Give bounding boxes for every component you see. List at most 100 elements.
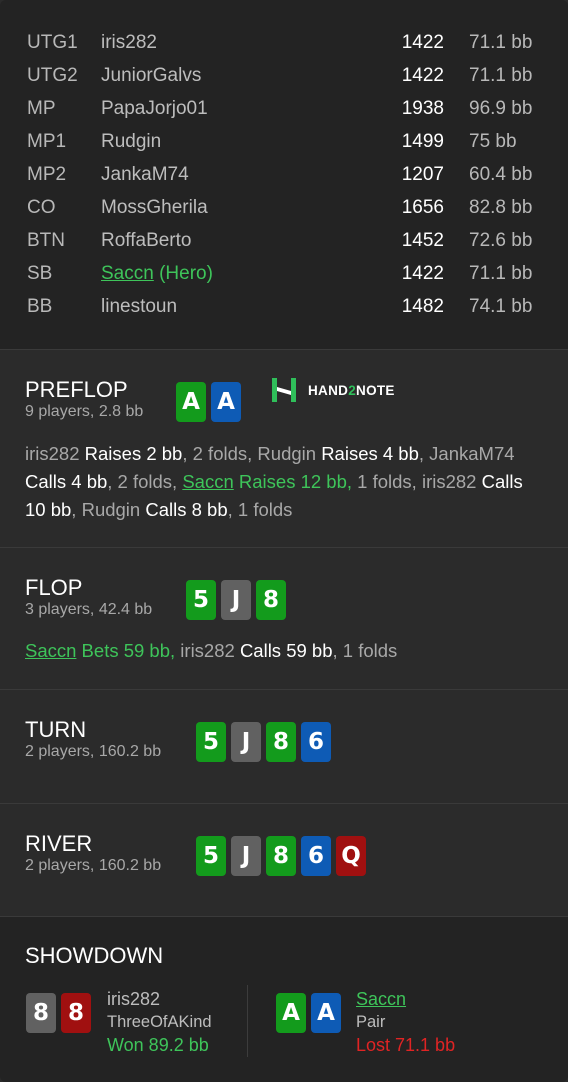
player-name[interactable]: linestoun	[101, 296, 177, 318]
playing-card: J	[221, 580, 251, 620]
player-name[interactable]: JankaM74	[101, 164, 189, 186]
action-text: , 1 folds	[227, 499, 293, 520]
hero-name-link[interactable]: Saccn	[182, 471, 233, 492]
board-cards: 5J86	[196, 722, 331, 762]
action-text: 1 folds,	[352, 471, 422, 492]
showdown-divider	[247, 985, 248, 1057]
player-row: CO MossGherila 1656 82.8 bb	[0, 192, 568, 225]
player-position: MP	[27, 98, 56, 119]
player-row-hero: SB Saccn (Hero) 1422 71.1 bb	[0, 258, 568, 291]
playing-card: J	[231, 836, 261, 876]
showdown-hero-name[interactable]: Saccn	[356, 989, 406, 1010]
action-text: ,	[71, 499, 82, 520]
player-chips: 1938	[401, 98, 444, 119]
player-chips: 1656	[401, 197, 444, 218]
player-stack-bb: 82.8 bb	[469, 197, 533, 218]
street-actions: Saccn Bets 59 bb, iris282 Calls 59 bb, 1…	[25, 637, 546, 665]
player-chips: 1422	[401, 65, 444, 86]
player-stack-bb: 72.6 bb	[469, 230, 533, 251]
board-cards: 5J8	[186, 580, 286, 620]
playing-card: 5	[186, 580, 216, 620]
playing-card: 8	[266, 836, 296, 876]
hero-name-link[interactable]: Saccn	[101, 263, 154, 284]
player-position: UTG1	[27, 32, 78, 53]
showdown-hole-cards: AA	[276, 993, 341, 1033]
street-turn: TURN 2 players, 160.2 bb 5J86	[0, 690, 568, 804]
playing-card: 6	[301, 722, 331, 762]
player-chips: 1499	[401, 131, 444, 152]
action-text: Raises 2 bb	[84, 443, 183, 464]
street-flop: FLOP 3 players, 42.4 bb 5J8 Saccn Bets 5…	[0, 548, 568, 690]
player-position: CO	[27, 197, 56, 218]
action-text: Rudgin	[257, 443, 322, 464]
street-title: PREFLOP	[25, 377, 128, 402]
player-row: UTG1 iris282 1422 71.1 bb	[0, 27, 568, 60]
player-chips: 1482	[401, 296, 444, 317]
playing-card: A	[276, 993, 306, 1033]
player-stack-bb: 96.9 bb	[469, 98, 533, 119]
action-text: Calls 8 bb	[145, 499, 228, 520]
player-name[interactable]: JuniorGalvs	[101, 65, 201, 87]
action-text: Bets 59 bb,	[76, 640, 176, 661]
showdown-title: SHOWDOWN	[25, 943, 164, 968]
action-text: Calls 59 bb	[239, 640, 333, 661]
street-summary: 3 players, 42.4 bb	[25, 601, 153, 618]
player-position: SB	[27, 263, 53, 284]
logo-text: HAND2NOTE	[308, 382, 395, 398]
action-text: JankaM74	[429, 443, 515, 464]
playing-card: 6	[301, 836, 331, 876]
showdown-hand-rank: ThreeOfAKind	[107, 1013, 212, 1031]
board-cards: 5J86Q	[196, 836, 366, 876]
action-text: Calls 4 bb	[25, 471, 108, 492]
street-river: RIVER 2 players, 160.2 bb 5J86Q	[0, 804, 568, 917]
player-position: BB	[27, 296, 53, 317]
player-chips: 1207	[401, 164, 444, 185]
street-actions: iris282 Raises 2 bb , 2 folds, Rudgin Rai…	[25, 440, 546, 524]
player-name[interactable]: PapaJorjo01	[101, 98, 208, 120]
player-chips: 1422	[401, 263, 444, 284]
showdown-hole-cards: 88	[26, 993, 91, 1033]
hero-name-link[interactable]: Saccn	[25, 640, 76, 661]
player-stack-bb: 71.1 bb	[469, 32, 533, 53]
player-name[interactable]: RoffaBerto	[101, 230, 191, 252]
player-stack-bb: 74.1 bb	[469, 296, 533, 317]
player-stack-bb: 75 bb	[469, 131, 517, 152]
playing-card: A	[176, 382, 206, 422]
player-position: BTN	[27, 230, 65, 251]
action-text: iris282	[421, 471, 482, 492]
player-position: MP2	[27, 164, 67, 185]
player-row: MP1 Rudgin 1499 75 bb	[0, 126, 568, 159]
player-chips: 1452	[401, 230, 444, 251]
action-text: Raises 12 bb,	[233, 471, 353, 492]
playing-card: 8	[256, 580, 286, 620]
street-title: FLOP	[25, 575, 83, 600]
street-title: TURN	[25, 717, 87, 742]
playing-card: 5	[196, 836, 226, 876]
players-table: UTG1 iris282 1422 71.1 bb UTG2 JuniorGal…	[0, 0, 568, 350]
player-name[interactable]: Rudgin	[101, 131, 161, 153]
street-summary: 2 players, 160.2 bb	[25, 857, 162, 874]
player-name[interactable]: MossGherila	[101, 197, 208, 219]
playing-card: 8	[266, 722, 296, 762]
playing-card: A	[211, 382, 241, 422]
action-text: , 2 folds,	[107, 471, 183, 492]
playing-card: Q	[336, 836, 366, 876]
player-chips: 1422	[401, 32, 444, 53]
showdown-result: Lost 71.1 bb	[356, 1035, 456, 1055]
showdown-hand-rank: Pair	[356, 1013, 386, 1031]
playing-card: 8	[26, 993, 56, 1033]
showdown-player-name[interactable]: iris282	[107, 989, 160, 1010]
player-name[interactable]: iris282	[101, 32, 157, 54]
player-position: MP1	[27, 131, 67, 152]
street-title: RIVER	[25, 831, 93, 856]
player-stack-bb: 71.1 bb	[469, 65, 533, 86]
player-row: MP PapaJorjo01 1938 96.9 bb	[0, 93, 568, 126]
action-text: iris282	[25, 443, 85, 464]
hero-player-name[interactable]: Saccn (Hero)	[101, 263, 213, 285]
hand-history-panel: UTG1 iris282 1422 71.1 bb UTG2 JuniorGal…	[0, 0, 568, 1082]
action-text: ,	[418, 443, 430, 464]
street-summary: 2 players, 160.2 bb	[25, 743, 162, 760]
showdown-section: SHOWDOWN 88 iris282 ThreeOfAKind Won 89.…	[0, 917, 568, 1082]
action-text: Rudgin	[81, 499, 146, 520]
player-row: UTG2 JuniorGalvs 1422 71.1 bb	[0, 60, 568, 93]
